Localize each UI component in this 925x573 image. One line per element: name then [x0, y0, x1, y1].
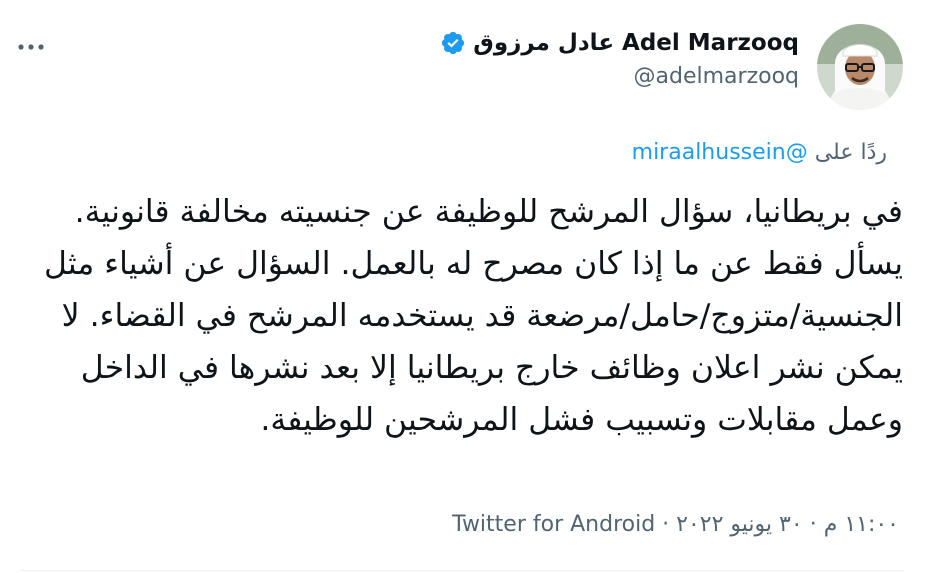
- tweet-time[interactable]: ١١:٠٠ م: [824, 512, 899, 537]
- author-name-row: عادل مرزوق Adel Marzooq: [440, 30, 799, 56]
- reply-context: ردًا على @miraalhussein: [632, 140, 887, 165]
- reply-mention-link[interactable]: @miraalhussein: [632, 140, 808, 165]
- verified-badge-icon: [442, 31, 465, 55]
- author-display-name[interactable]: عادل مرزوق Adel Marzooq: [473, 30, 799, 56]
- tweet-meta: ١١:٠٠ م · ٣٠ يونيو ٢٠٢٢ · Twitter for An…: [452, 512, 899, 537]
- author-header: عادل مرزوق Adel Marzooq @adelmarzooq: [440, 30, 799, 89]
- user-avatar: [817, 24, 903, 110]
- meta-separator: ·: [662, 512, 670, 537]
- meta-separator: ·: [809, 512, 817, 537]
- tweet-text: في بريطانيا، سؤال المرشح للوظيفة عن جنسي…: [44, 194, 903, 438]
- tweet-date[interactable]: ٣٠ يونيو ٢٠٢٢: [676, 512, 803, 537]
- tweet-card: عادل مرزوق Adel Marzooq @adelmarzooq ردً…: [0, 0, 925, 573]
- author-handle[interactable]: @adelmarzooq: [634, 64, 799, 89]
- author-avatar[interactable]: [817, 24, 903, 110]
- more-horizontal-icon: [18, 44, 44, 50]
- tweet-source[interactable]: Twitter for Android: [452, 512, 655, 537]
- divider: [20, 570, 905, 571]
- reply-prefix: ردًا على: [814, 140, 887, 165]
- more-options-button[interactable]: [14, 30, 48, 64]
